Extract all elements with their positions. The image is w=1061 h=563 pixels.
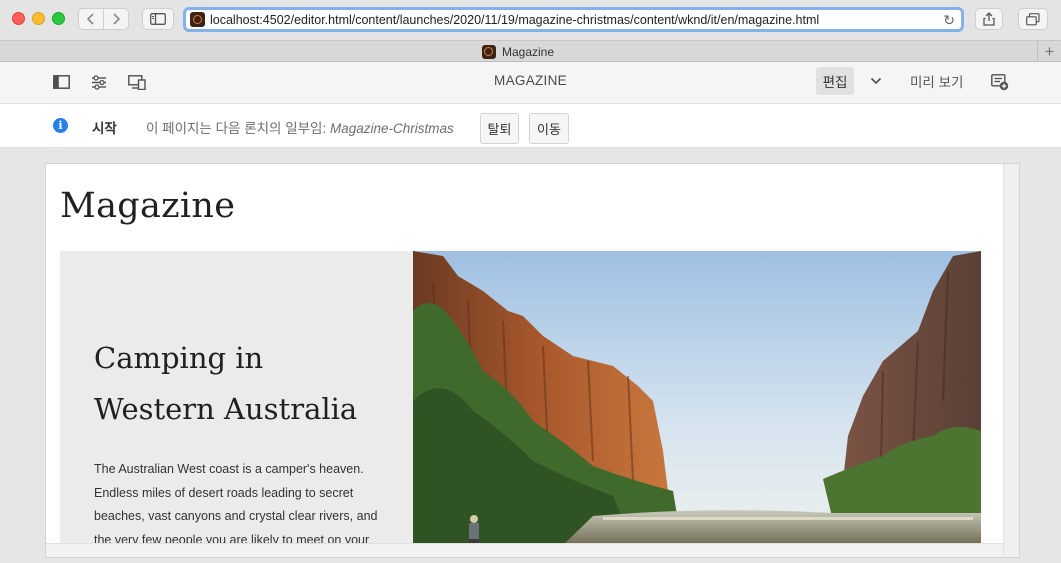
hero-body-line: beaches, vast canyons and crystal clear … xyxy=(94,509,378,523)
launch-message-prefix: 이 페이지는 다음 론치의 일부임: xyxy=(146,121,327,136)
tab-magazine[interactable]: Magazine xyxy=(0,41,1036,62)
hero-title-line: Western Australia xyxy=(94,392,358,426)
annotations-icon xyxy=(991,73,1009,90)
hero-title[interactable]: Camping in Western Australia xyxy=(94,333,394,435)
reload-icon[interactable]: ↻ xyxy=(943,12,955,29)
url-text[interactable]: localhost:4502/editor.html/content/launc… xyxy=(210,13,819,27)
page-frame[interactable]: Magazine Camping in Western Australia Th… xyxy=(45,163,1020,558)
share-button[interactable] xyxy=(975,8,1003,30)
hero-body-line: Endless miles of desert roads leading to… xyxy=(94,485,354,500)
hero-body-line: The Australian West coast is a camper's … xyxy=(94,462,364,476)
launch-message: 이 페이지는 다음 론치의 일부임: Magazine-Christmas xyxy=(146,117,454,137)
forward-button[interactable] xyxy=(103,8,129,30)
leave-launch-button[interactable]: 탈퇴 xyxy=(480,113,519,144)
back-button[interactable] xyxy=(78,8,104,30)
preview-button[interactable]: 미리 보기 xyxy=(904,71,969,91)
hero-title-line: Camping in xyxy=(94,341,264,375)
zoom-window-button[interactable] xyxy=(52,12,65,25)
tab-overview-button[interactable] xyxy=(1018,8,1048,30)
new-tab-button[interactable]: + xyxy=(1037,41,1061,62)
minimize-window-button[interactable] xyxy=(32,12,45,25)
editor-toolbar: MAGAZINE 편집 미리 보기 xyxy=(0,62,1061,104)
content-page-title[interactable]: Magazine xyxy=(60,186,235,226)
mode-dropdown-button[interactable] xyxy=(866,72,886,90)
sidebar-icon xyxy=(150,13,166,25)
sidebar-toggle-button[interactable] xyxy=(142,8,174,30)
launch-name: Magazine-Christmas xyxy=(329,121,454,136)
canyon-landscape-image xyxy=(413,251,981,545)
close-window-button[interactable] xyxy=(12,12,25,25)
tabs-icon xyxy=(1026,12,1040,25)
horizontal-scrollbar[interactable] xyxy=(46,543,1005,557)
hero-teaser[interactable]: Camping in Western Australia The Austral… xyxy=(60,251,981,547)
chevron-right-icon xyxy=(113,13,121,25)
tab-title: Magazine xyxy=(501,44,555,59)
share-icon xyxy=(983,12,995,26)
launch-info-bar: i 시작 이 페이지는 다음 론치의 일부임: Magazine-Christm… xyxy=(0,104,1061,148)
vertical-scrollbar[interactable] xyxy=(1003,164,1019,557)
chevron-down-icon xyxy=(870,77,882,85)
chevron-left-icon xyxy=(86,13,94,25)
annotations-button[interactable] xyxy=(988,71,1012,93)
page-title-label: MAGAZINE xyxy=(494,73,567,88)
site-favicon-icon xyxy=(190,12,205,27)
hero-text-block: Camping in Western Australia The Austral… xyxy=(94,333,394,552)
edit-mode-button[interactable]: 편집 xyxy=(816,67,854,95)
editor-canvas: Magazine Camping in Western Australia Th… xyxy=(0,148,1061,563)
hero-image[interactable] xyxy=(413,251,981,545)
move-launch-button[interactable]: 이동 xyxy=(529,113,569,144)
launch-label: 시작 xyxy=(92,121,117,136)
hero-description[interactable]: The Australian West coast is a camper's … xyxy=(94,458,394,552)
tab-bar: Magazine + xyxy=(0,40,1061,62)
address-bar[interactable]: localhost:4502/editor.html/content/launc… xyxy=(183,7,964,32)
browser-titlebar: localhost:4502/editor.html/content/launc… xyxy=(0,0,1061,40)
info-icon: i xyxy=(53,118,68,133)
tab-favicon-icon xyxy=(481,44,496,59)
